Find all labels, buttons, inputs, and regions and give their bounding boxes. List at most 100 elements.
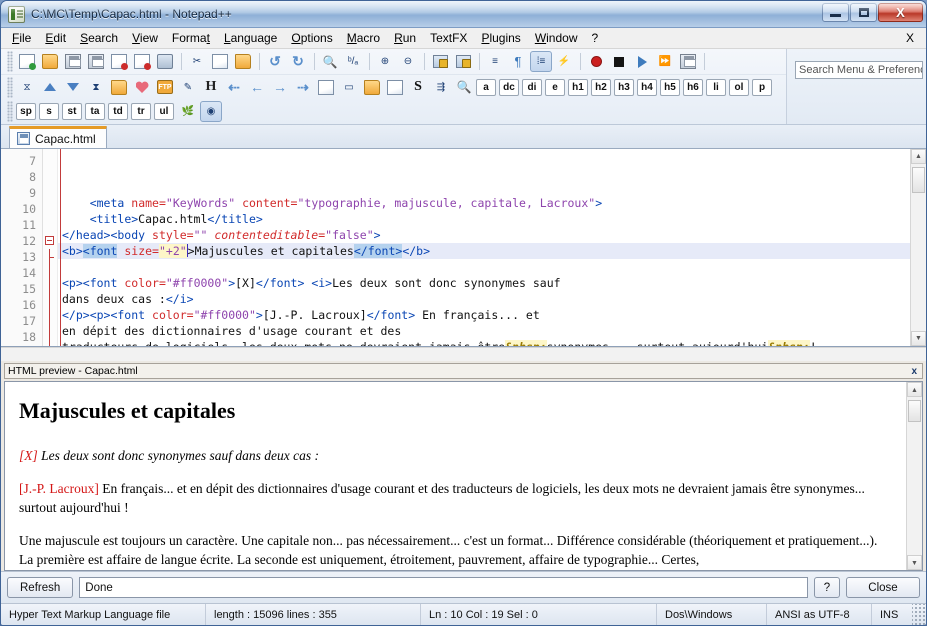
ftp-icon[interactable]: FTP — [154, 77, 176, 98]
tag-h3-button[interactable]: h3 — [614, 79, 634, 96]
favorites-heart-icon[interactable] — [131, 77, 153, 98]
tag-a-button[interactable]: a — [476, 79, 496, 96]
tag-tr-button[interactable]: tr — [131, 103, 151, 120]
tag-h5-button[interactable]: h5 — [660, 79, 680, 96]
copy-tag-icon[interactable] — [315, 77, 337, 98]
sync-horizontal-scroll-icon[interactable] — [452, 51, 474, 72]
tag-h1-button[interactable]: h1 — [568, 79, 588, 96]
replace-icon[interactable]: ᵇ/ₐ — [342, 51, 364, 72]
tab-capac-html[interactable]: Capac.html — [9, 126, 107, 148]
preview-window-icon[interactable] — [108, 77, 130, 98]
tag-ol-button[interactable]: ol — [729, 79, 749, 96]
zoom-in-icon[interactable]: ⊕ — [374, 51, 396, 72]
pencil-icon[interactable]: ✎ — [177, 77, 199, 98]
menu-textfx[interactable]: TextFX — [423, 29, 474, 47]
scroll-thumb[interactable] — [908, 400, 921, 422]
tag-s-button[interactable]: s — [39, 103, 59, 120]
back-icon[interactable]: ← — [246, 77, 268, 98]
redo-icon[interactable]: ↻ — [287, 51, 309, 72]
resize-grip[interactable] — [912, 604, 926, 625]
scroll-thumb[interactable] — [912, 167, 925, 193]
down-arrow-icon[interactable] — [62, 77, 84, 98]
page-icon[interactable] — [384, 77, 406, 98]
menu-macro[interactable]: Macro — [340, 29, 387, 47]
open-folder-icon[interactable] — [361, 77, 383, 98]
code-line[interactable]: en dépit des dictionnaires d'usage coura… — [58, 323, 910, 339]
find-icon[interactable]: 🔍 — [319, 51, 341, 72]
code-line[interactable]: dans deux cas :</i> — [58, 291, 910, 307]
paste-icon[interactable] — [232, 51, 254, 72]
code-line[interactable]: <p><font color="#ff0000">[X]</font> <i>L… — [58, 275, 910, 291]
save-macro-icon[interactable] — [677, 51, 699, 72]
tag-p-button[interactable]: p — [752, 79, 772, 96]
scroll-up-arrow-icon[interactable]: ▲ — [907, 382, 922, 397]
step-forward-icon[interactable]: ⇢ — [292, 77, 314, 98]
sync-vertical-scroll-icon[interactable] — [429, 51, 451, 72]
search-edit-icon[interactable]: 🔍 — [453, 77, 475, 98]
toolbar-grip[interactable] — [7, 101, 13, 122]
step-back-icon[interactable]: ⇠ — [223, 77, 245, 98]
menu-edit[interactable]: Edit — [38, 29, 73, 47]
code-line[interactable]: traducteurs de logiciels, les deux mots … — [58, 339, 910, 346]
forward-icon[interactable]: → — [269, 77, 291, 98]
scroll-down-arrow-icon[interactable]: ▼ — [907, 555, 922, 570]
menu-file[interactable]: File — [5, 29, 38, 47]
code-line[interactable] — [58, 259, 910, 275]
tag-st-button[interactable]: st — [62, 103, 82, 120]
scroll-down-arrow-icon[interactable]: ▼ — [911, 331, 926, 346]
tag-li-button[interactable]: li — [706, 79, 726, 96]
help-button[interactable]: ? — [814, 577, 840, 598]
menu-plugins[interactable]: Plugins — [474, 29, 527, 47]
html-preview-icon[interactable]: ◉ — [200, 101, 222, 122]
close-file-icon[interactable] — [108, 51, 130, 72]
toolbar-grip[interactable] — [7, 77, 13, 98]
copy-icon[interactable] — [209, 51, 231, 72]
up-arrow-icon[interactable] — [39, 77, 61, 98]
code-text-area[interactable]: <meta name="KeyWords" content="typograph… — [58, 149, 910, 346]
tag-sp-button[interactable]: sp — [16, 103, 36, 120]
tag-ul-button[interactable]: ul — [154, 103, 174, 120]
menu-search[interactable]: Search — [73, 29, 125, 47]
fold-marker[interactable] — [43, 233, 57, 249]
console-icon[interactable]: ▭ — [338, 77, 360, 98]
tag-td-button[interactable]: td — [108, 103, 128, 120]
menu-window[interactable]: Window — [528, 29, 585, 47]
editor-vertical-scrollbar[interactable]: ▲ ▼ — [910, 149, 926, 346]
close-preview-button[interactable]: Close — [846, 577, 920, 598]
close-button[interactable]: X — [878, 3, 923, 22]
collapse-all-icon[interactable]: ⧖ — [16, 77, 38, 98]
tag-dc-button[interactable]: dc — [499, 79, 519, 96]
save-all-icon[interactable] — [85, 51, 107, 72]
stop-macro-icon[interactable] — [608, 51, 630, 72]
code-line[interactable]: <title>Capac.html</title> — [58, 211, 910, 227]
play-macro-icon[interactable] — [631, 51, 653, 72]
user-defined-language-icon[interactable]: ⚡ — [553, 51, 575, 72]
code-line[interactable]: </head><body style="" contenteditable="f… — [58, 227, 910, 243]
menu-view[interactable]: View — [125, 29, 165, 47]
print-icon[interactable] — [154, 51, 176, 72]
tag-di-button[interactable]: di — [522, 79, 542, 96]
format-icon[interactable]: ⇶ — [430, 77, 452, 98]
search-input[interactable]: Search Menu & Preferences — [795, 61, 923, 79]
record-macro-icon[interactable] — [585, 51, 607, 72]
close-all-files-icon[interactable] — [131, 51, 153, 72]
undo-icon[interactable]: ↺ — [264, 51, 286, 72]
preview-vertical-scrollbar[interactable]: ▲ ▼ — [906, 382, 922, 570]
new-file-icon[interactable] — [16, 51, 38, 72]
menu-format[interactable]: Format — [165, 29, 217, 47]
fast-playback-icon[interactable]: ⏩ — [654, 51, 676, 72]
expand-all-icon[interactable]: ⧗ — [85, 77, 107, 98]
tag-e-button[interactable]: e — [545, 79, 565, 96]
maximize-button[interactable] — [850, 3, 877, 22]
refresh-button[interactable]: Refresh — [7, 577, 73, 598]
style-icon[interactable]: S — [407, 77, 429, 98]
close-icon[interactable]: x — [911, 366, 919, 377]
editor-horizontal-scrollbar[interactable] — [1, 347, 926, 361]
menu-options[interactable]: Options — [284, 29, 339, 47]
zoom-out-icon[interactable]: ⊖ — [397, 51, 419, 72]
minimize-button[interactable] — [822, 3, 849, 22]
tag-h6-button[interactable]: h6 — [683, 79, 703, 96]
code-line[interactable]: <meta name="KeyWords" content="typograph… — [58, 195, 910, 211]
scroll-up-arrow-icon[interactable]: ▲ — [911, 149, 926, 164]
menu-run[interactable]: Run — [387, 29, 423, 47]
